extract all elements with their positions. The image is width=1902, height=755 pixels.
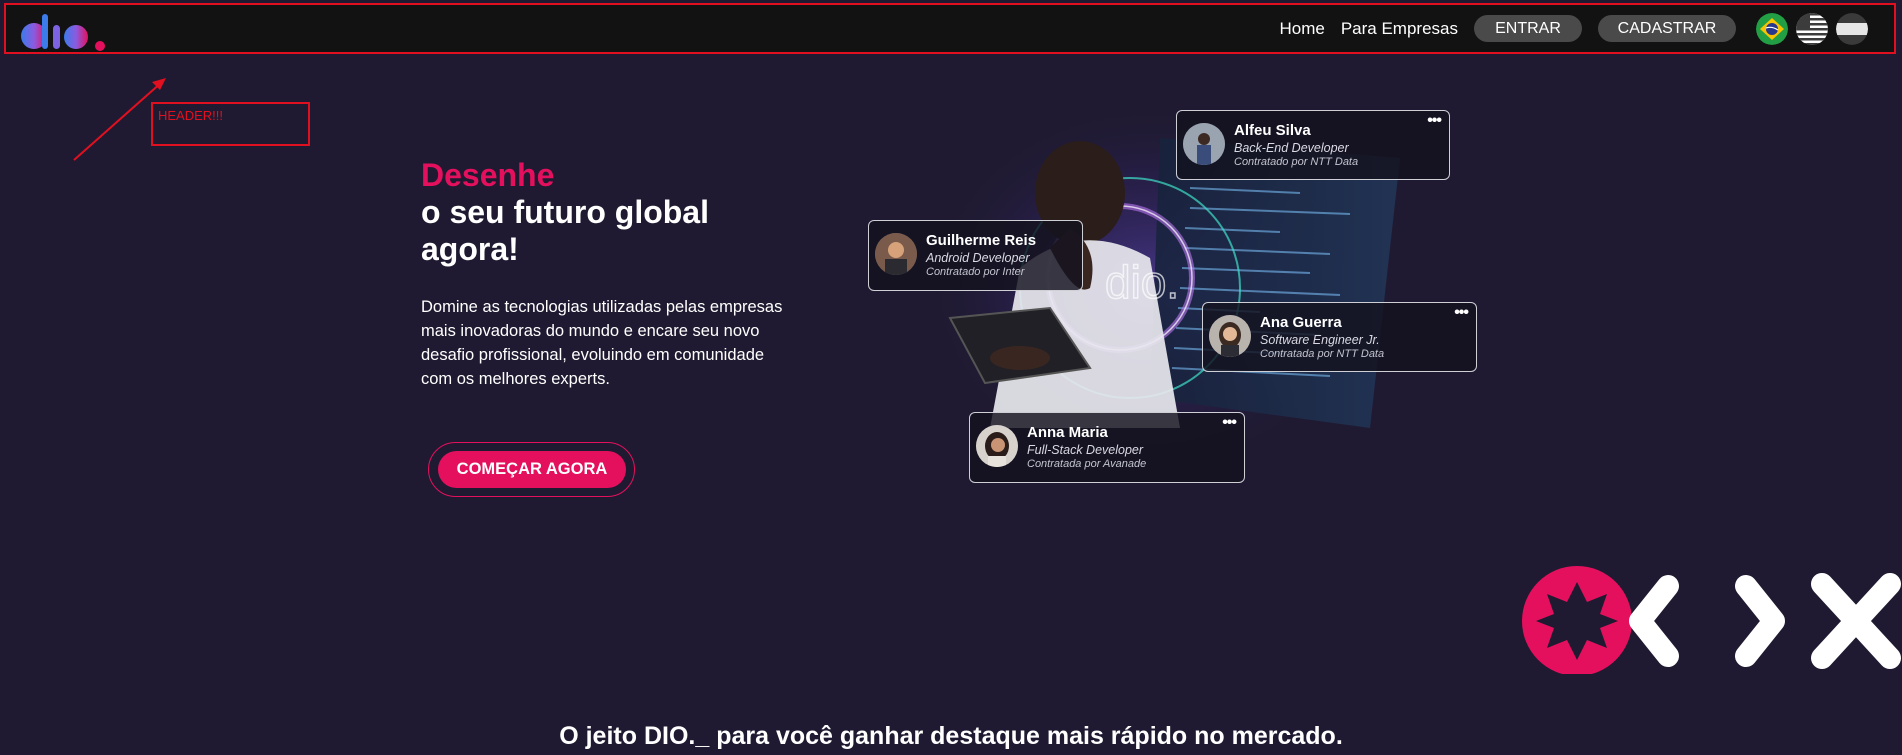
profile-card[interactable]: Ana Guerra Software Engineer Jr. Contrat… <box>1202 302 1477 372</box>
star-badge-icon <box>1522 566 1632 674</box>
profile-card[interactable]: Anna Maria Full-Stack Developer Contrata… <box>969 412 1245 483</box>
card-hired: Contratada por Avanade <box>1027 458 1147 470</box>
nav-home-link[interactable]: Home <box>1279 19 1324 39</box>
annotation-label: HEADER!!! <box>158 108 224 123</box>
profile-card[interactable]: Alfeu Silva Back-End Developer Contratad… <box>1176 110 1450 180</box>
card-name: Ana Guerra <box>1260 314 1342 331</box>
card-hired: Contratada por NTT Data <box>1260 348 1385 360</box>
dio-logo[interactable] <box>20 12 120 52</box>
more-options-icon[interactable]: ••• <box>1427 112 1442 130</box>
card-hired: Contratado por Inter <box>926 266 1025 278</box>
card-name: Anna Maria <box>1027 424 1108 441</box>
svg-text:dio.: dio. <box>1105 256 1179 308</box>
avatar <box>875 233 917 275</box>
card-role: Software Engineer Jr. <box>1260 333 1380 347</box>
card-name: Guilherme Reis <box>926 232 1037 249</box>
card-role: Android Developer <box>926 251 1030 265</box>
usa-flag-icon[interactable] <box>1796 12 1828 45</box>
comecar-agora-button[interactable]: COMEÇAR AGORA <box>438 451 626 488</box>
chevron-right-icon <box>1735 575 1785 667</box>
hero-title-accent: Desenhe <box>421 157 555 193</box>
card-name: Alfeu Silva <box>1234 122 1311 139</box>
spain-flag-icon[interactable] <box>1836 12 1868 45</box>
main-nav: Home Para Empresas ENTRAR CADASTRAR <box>1279 5 1894 52</box>
nav-empresas-link[interactable]: Para Empresas <box>1341 19 1458 39</box>
card-role: Full-Stack Developer <box>1027 443 1144 457</box>
card-hired: Contratado por NTT Data <box>1234 156 1359 168</box>
avatar <box>1209 315 1251 357</box>
header: Home Para Empresas ENTRAR CADASTRAR <box>4 3 1896 54</box>
close-x-icon <box>1811 573 1901 669</box>
avatar <box>976 425 1018 467</box>
decorative-shapes <box>1522 566 1901 674</box>
avatar <box>1183 123 1225 165</box>
cadastrar-button[interactable]: CADASTRAR <box>1598 15 1736 42</box>
chevron-left-icon <box>1629 575 1679 667</box>
profile-card[interactable]: Guilherme Reis Android Developer Contrat… <box>868 220 1083 291</box>
more-options-icon[interactable]: ••• <box>1222 414 1237 432</box>
hero-description: Domine as tecnologias utilizadas pelas e… <box>421 298 783 388</box>
section-tagline: O jeito DIO._ para você ganhar destaque … <box>559 722 1343 750</box>
card-role: Back-End Developer <box>1234 141 1349 155</box>
brazil-flag-icon[interactable] <box>1756 12 1788 45</box>
hero-title: o seu futuro global agora! <box>421 194 709 267</box>
entrar-button[interactable]: ENTRAR <box>1474 15 1582 42</box>
more-options-icon[interactable]: ••• <box>1454 304 1469 322</box>
